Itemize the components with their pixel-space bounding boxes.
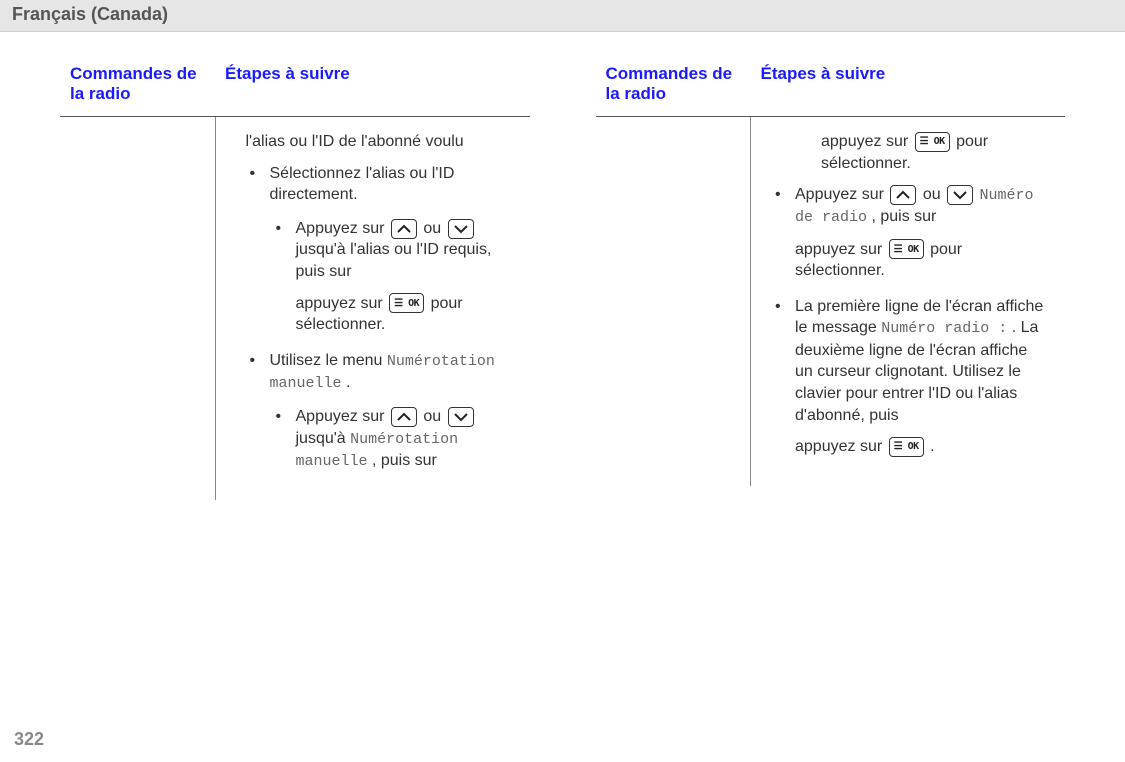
language-header: Français (Canada)	[0, 0, 1125, 32]
sub-list: Appuyez sur ou	[270, 218, 514, 336]
menu-ok-icon: ☰ OK	[889, 239, 924, 259]
instructions-table-right: Commandes de la radio Étapes à suivre ap…	[596, 54, 1066, 486]
bullet-list: Appuyez sur ou	[791, 184, 1049, 458]
instructions-table-left: Commandes de la radio Étapes à suivre l'…	[60, 54, 530, 500]
mono-text: Numéro radio :	[881, 320, 1007, 337]
text: jusqu'à	[296, 430, 351, 447]
text: Sélectionnez l'alias ou l'ID directement…	[270, 165, 455, 204]
text: ou	[423, 408, 445, 425]
text: Appuyez sur	[795, 186, 888, 203]
language-label: Français (Canada)	[12, 4, 168, 24]
list-item: Appuyez sur ou	[296, 218, 514, 336]
steps-content: appuyez sur ☰ OK pour sélectionner. Appu…	[761, 127, 1055, 476]
text: Utilisez le menu	[270, 352, 387, 369]
two-column-layout: Commandes de la radio Étapes à suivre l'…	[0, 32, 1125, 500]
intro-text: l'alias ou l'ID de l'abonné voulu	[246, 131, 514, 153]
commands-cell	[596, 117, 751, 486]
menu-ok-icon: ☰ OK	[889, 437, 924, 457]
text: appuyez sur	[795, 438, 887, 455]
right-column: Commandes de la radio Étapes à suivre ap…	[596, 54, 1066, 500]
menu-ok-icon: ☰ OK	[915, 132, 950, 152]
down-arrow-icon	[947, 185, 973, 205]
bullet-list: Sélectionnez l'alias ou l'ID directement…	[246, 163, 514, 473]
down-arrow-icon	[448, 219, 474, 239]
list-item: Sélectionnez l'alias ou l'ID directement…	[270, 163, 514, 336]
text: ou	[423, 220, 445, 237]
list-item: Appuyez sur ou	[296, 406, 514, 472]
page-number: 322	[14, 729, 44, 750]
text: Appuyez sur	[296, 220, 389, 237]
table-row: l'alias ou l'ID de l'abonné voulu Sélect…	[60, 117, 530, 501]
list-item: Utilisez le menu Numérotation manuelle .…	[270, 350, 514, 473]
steps-content: l'alias ou l'ID de l'abonné voulu Sélect…	[226, 127, 520, 490]
up-arrow-icon	[391, 407, 417, 427]
list-item: La première ligne de l'écran affiche le …	[795, 296, 1049, 458]
table-row: appuyez sur ☰ OK pour sélectionner. Appu…	[596, 117, 1066, 486]
sub-list: Appuyez sur ou	[270, 406, 514, 472]
col-header-steps: Étapes à suivre	[751, 54, 1066, 117]
col-header-commands: Commandes de la radio	[60, 54, 215, 117]
menu-ok-icon: ☰ OK	[389, 293, 424, 313]
page-body: Commandes de la radio Étapes à suivre l'…	[0, 32, 1125, 758]
text: appuyez sur	[795, 241, 887, 258]
text: , puis sur	[871, 208, 936, 225]
commands-cell	[60, 117, 215, 501]
left-column: Commandes de la radio Étapes à suivre l'…	[60, 54, 530, 500]
text: appuyez sur	[296, 295, 388, 312]
text: , puis sur	[372, 452, 437, 469]
text: ou	[923, 186, 945, 203]
down-arrow-icon	[448, 407, 474, 427]
col-header-steps: Étapes à suivre	[215, 54, 530, 117]
text: jusqu'à l'alias ou l'ID requis, puis sur	[296, 241, 492, 280]
text-block: appuyez sur ☰ OK pour sélectionner.	[821, 131, 1049, 174]
text: .	[930, 438, 934, 455]
steps-cell: l'alias ou l'ID de l'abonné voulu Sélect…	[215, 117, 530, 501]
steps-cell: appuyez sur ☰ OK pour sélectionner. Appu…	[751, 117, 1066, 486]
text: appuyez sur	[821, 133, 913, 150]
up-arrow-icon	[890, 185, 916, 205]
text: .	[346, 374, 350, 391]
up-arrow-icon	[391, 219, 417, 239]
col-header-commands: Commandes de la radio	[596, 54, 751, 117]
list-item: Appuyez sur ou	[795, 184, 1049, 282]
text: Appuyez sur	[296, 408, 389, 425]
